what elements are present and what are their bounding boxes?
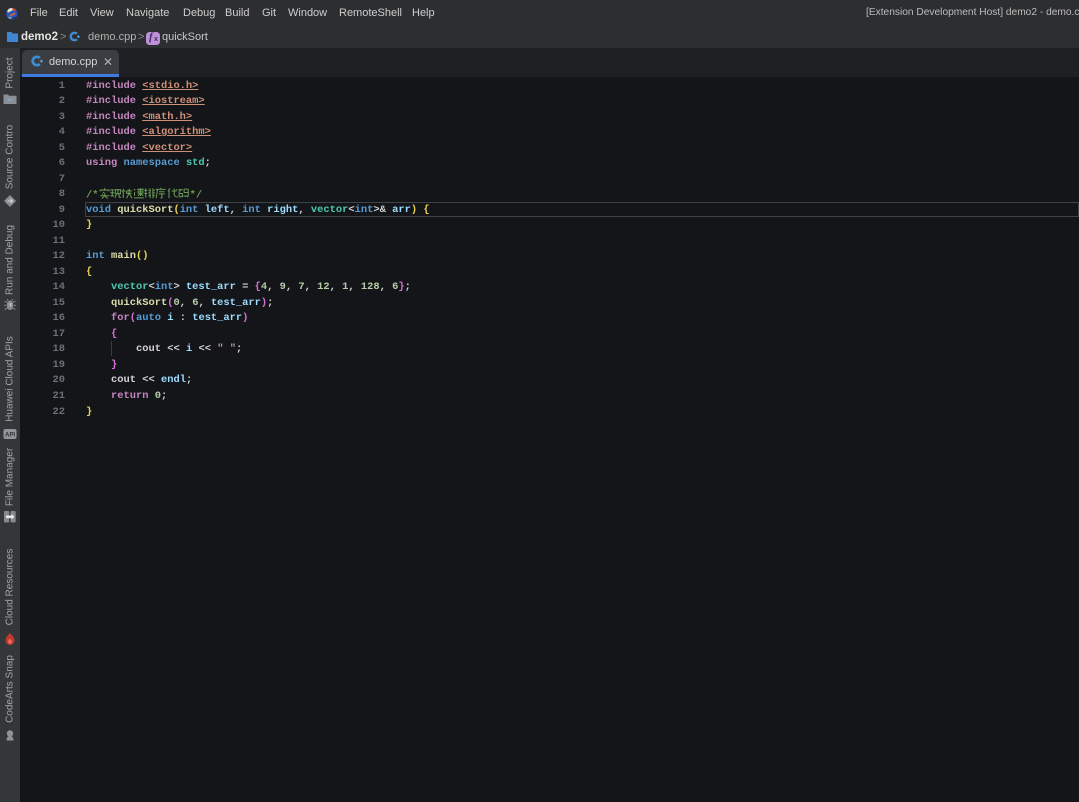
svg-text:API: API <box>5 432 15 438</box>
